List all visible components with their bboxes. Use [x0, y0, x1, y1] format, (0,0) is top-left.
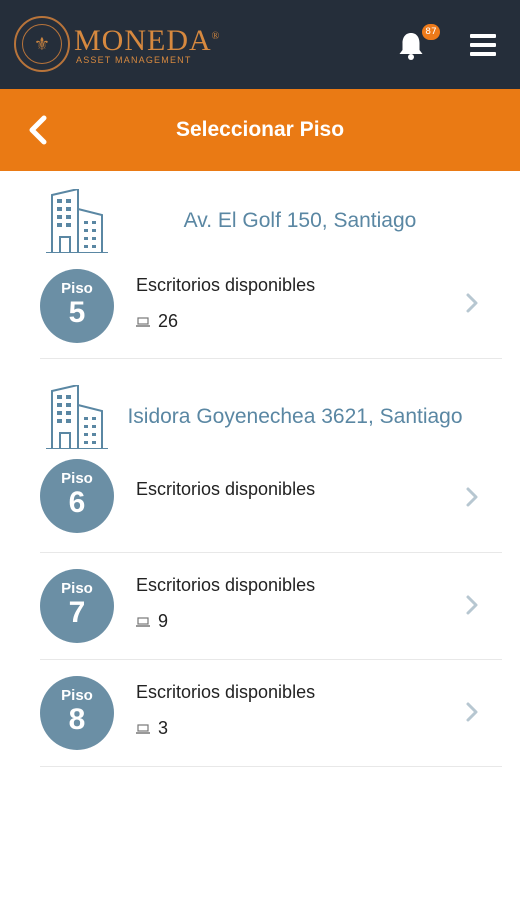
- floor-label: Piso: [61, 470, 93, 487]
- page-title: Seleccionar Piso: [175, 118, 345, 141]
- floor-badge: Piso 8: [40, 676, 114, 750]
- floor-badge: Piso 7: [40, 569, 114, 643]
- laptop-icon: [136, 316, 150, 327]
- chevron-right-icon[interactable]: [462, 700, 482, 724]
- building-icon: [46, 385, 108, 449]
- moneda-seal-icon: ⚜: [14, 16, 70, 72]
- desk-label: Escritorios disponibles: [136, 575, 316, 595]
- page-header: Seleccionar Piso: [0, 89, 520, 171]
- desk-count-value: 9: [158, 611, 169, 631]
- desk-label: Escritorios disponibles: [136, 275, 316, 295]
- top-bar: ⚜ MONEDA® ASSET MANAGEMENT 87: [0, 0, 520, 89]
- desk-label: Escritorios disponibles: [136, 479, 316, 499]
- floor-list: Av. El Golf 150, Santiago Piso 5 Escrito…: [0, 171, 520, 767]
- moneda-logo: ⚜ MONEDA® ASSET MANAGEMENT: [14, 16, 220, 72]
- floor-row-8[interactable]: Piso 8 Escritorios disponibles 3: [40, 660, 502, 767]
- floor-badge: Piso 6: [40, 459, 114, 533]
- desk-label: Escritorios disponibles: [136, 682, 316, 702]
- chevron-right-icon[interactable]: [462, 593, 482, 617]
- laptop-icon: [136, 723, 150, 734]
- floor-label: Piso: [61, 687, 93, 704]
- floor-number: 6: [68, 486, 86, 519]
- floor-row-5[interactable]: Piso 5 Escritorios disponibles 26: [40, 259, 502, 359]
- brand-name: MONEDA: [74, 24, 212, 57]
- floor-label: Piso: [61, 580, 93, 597]
- building-header: Isidora Goyenechea 3621, Santiago: [0, 355, 520, 451]
- desk-count-value: 26: [158, 311, 179, 331]
- back-chevron-icon[interactable]: [22, 113, 54, 147]
- hamburger-menu-icon[interactable]: [470, 34, 496, 56]
- floor-number: 5: [68, 296, 86, 329]
- floor-number: 8: [68, 703, 86, 736]
- notification-badge: 87: [422, 24, 440, 40]
- floor-row-6[interactable]: Piso 6 Escritorios disponibles: [40, 451, 502, 553]
- floor-badge: Piso 5: [40, 269, 114, 343]
- chevron-right-icon[interactable]: [462, 291, 482, 315]
- building-header: Av. El Golf 150, Santiago: [0, 171, 520, 259]
- desk-count: 3: [136, 718, 168, 739]
- floor-label: Piso: [61, 280, 93, 297]
- desk-count: 9: [136, 611, 168, 632]
- floor-number: 7: [68, 596, 86, 629]
- building-icon: [46, 189, 108, 253]
- building-name: Isidora Goyenechea 3621, Santiago: [127, 405, 463, 428]
- brand-subtitle: ASSET MANAGEMENT: [76, 55, 192, 65]
- desk-count: 26: [136, 311, 178, 332]
- desk-count-value: 3: [158, 718, 169, 738]
- chevron-right-icon[interactable]: [462, 485, 482, 509]
- floor-row-7[interactable]: Piso 7 Escritorios disponibles 9: [40, 553, 502, 660]
- building-name: Av. El Golf 150, Santiago: [183, 209, 417, 232]
- brand-registered: ®: [211, 31, 221, 42]
- laptop-icon: [136, 616, 150, 627]
